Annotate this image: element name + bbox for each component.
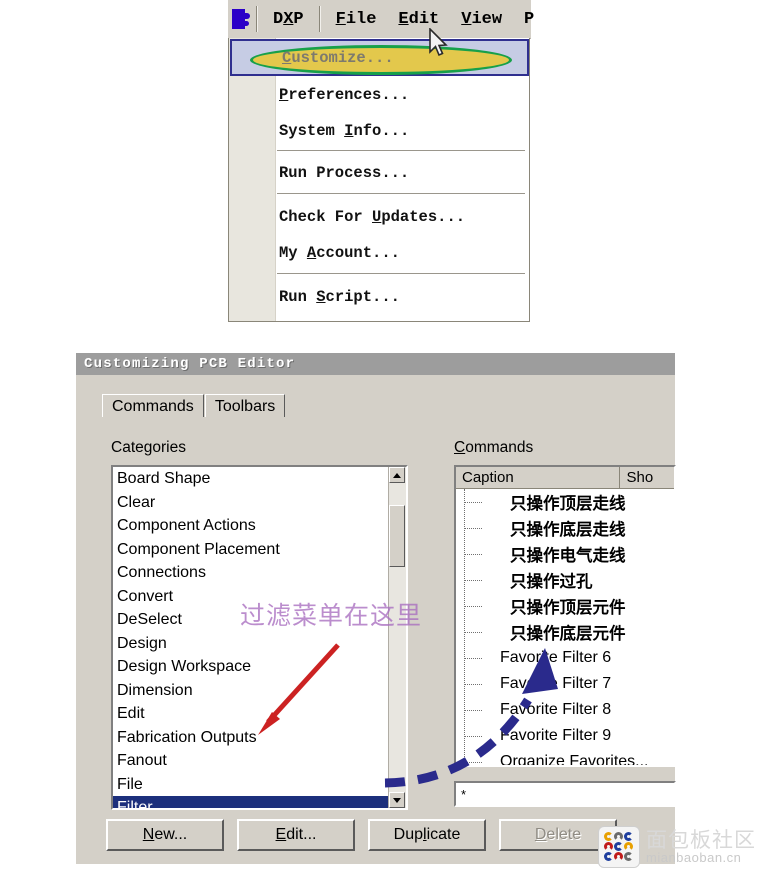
- command-caption: 只操作顶层元件: [510, 598, 626, 617]
- command-caption: 只操作电气走线: [510, 546, 626, 565]
- category-item[interactable]: Component Actions: [113, 514, 389, 538]
- menu-separator: [256, 6, 258, 32]
- tree-connector-icon: [464, 710, 482, 711]
- commands-header: Caption Sho: [456, 467, 674, 489]
- category-item[interactable]: Dimension: [113, 679, 389, 703]
- category-item[interactable]: Component Placement: [113, 538, 389, 562]
- annotation-note-text: 过滤菜单在这里: [240, 601, 423, 630]
- tree-connector-icon: [464, 632, 482, 633]
- command-caption: 只操作底层元件: [510, 624, 626, 643]
- tree-connector-icon: [464, 762, 482, 763]
- scroll-down-icon[interactable]: [389, 792, 405, 808]
- menu-item-run-process[interactable]: Run Process...: [279, 160, 409, 186]
- tab-toolbars[interactable]: Toolbars: [204, 394, 286, 417]
- menu-item-project-partial[interactable]: P: [513, 8, 545, 31]
- mouse-cursor-icon: [429, 28, 448, 57]
- duplicate-button[interactable]: Duplicate: [368, 819, 486, 851]
- tab-commands[interactable]: Commands: [102, 394, 204, 417]
- scrollbar-thumb[interactable]: [389, 505, 405, 567]
- command-row[interactable]: Organize Favorites...: [456, 749, 674, 765]
- menu-divider-2: [277, 193, 525, 195]
- column-header-shortcut[interactable]: Sho: [620, 467, 674, 488]
- category-item[interactable]: Design Workspace: [113, 655, 389, 679]
- menu-item-my-account[interactable]: My Account...: [279, 240, 400, 266]
- dxp-logo-icon: [230, 7, 252, 31]
- edit-button[interactable]: Edit...: [237, 819, 355, 851]
- site-watermark: 面包板社区 mianbaoban.cn: [598, 824, 770, 870]
- scroll-up-icon[interactable]: [389, 467, 405, 483]
- categories-items: Board Shape Clear Component Actions Compone…: [113, 467, 389, 808]
- command-row[interactable]: 只操作顶层走线: [456, 489, 674, 515]
- command-caption: Favorite Filter 6: [500, 649, 612, 666]
- commands-listview[interactable]: Caption Sho 只操作顶层走线 只操作底层走线 只操作电气走线 只操作过孔 只操…: [454, 465, 676, 767]
- command-row[interactable]: 只操作电气走线: [456, 541, 674, 567]
- dxp-dropdown-menu: Customize... Preferences... System Info.…: [228, 38, 530, 322]
- categories-scrollbar[interactable]: [388, 467, 406, 808]
- tree-connector-icon: [464, 736, 482, 737]
- command-filter-input[interactable]: *: [454, 781, 676, 807]
- menu-item-customize[interactable]: Customize...: [230, 39, 529, 76]
- menu-item-dxp[interactable]: DXP: [262, 8, 315, 31]
- command-caption: 只操作过孔: [510, 572, 593, 591]
- watermark-text: 面包板社区 mianbaoban.cn: [646, 829, 756, 865]
- category-item[interactable]: Connections: [113, 561, 389, 585]
- tree-connector-icon: [464, 528, 482, 529]
- menu-item-run-script[interactable]: Run Script...: [279, 284, 400, 310]
- command-row[interactable]: Favorite Filter 7: [456, 671, 674, 697]
- tree-connector-icon: [464, 606, 482, 607]
- menu-divider-3: [277, 273, 525, 275]
- menu-item-customize-label: Customize...: [282, 49, 394, 67]
- commands-rows: 只操作顶层走线 只操作底层走线 只操作电气走线 只操作过孔只操作顶层元件 只操作底层元件…: [456, 489, 674, 765]
- command-row[interactable]: Favorite Filter 9: [456, 723, 674, 749]
- tree-connector-icon: [464, 658, 482, 659]
- command-caption: 只操作底层走线: [510, 520, 626, 539]
- dialog-titlebar[interactable]: Customizing PCB Editor: [76, 353, 675, 375]
- watermark-cn: 面包板社区: [646, 828, 756, 852]
- category-item[interactable]: Edit: [113, 702, 389, 726]
- menu-item-system-info[interactable]: System Info...: [279, 118, 409, 144]
- command-caption: 只操作顶层走线: [510, 494, 626, 513]
- command-row[interactable]: 只操作底层走线: [456, 515, 674, 541]
- menu-item-preferences[interactable]: Preferences...: [279, 82, 409, 108]
- menu-item-view[interactable]: View: [450, 8, 513, 31]
- category-item[interactable]: Filter: [113, 796, 389, 808]
- tree-connector-icon: [464, 580, 482, 581]
- application-menu-screenshot: DXP File Edit View P Customize... Prefer…: [228, 0, 534, 322]
- command-caption: Organize Favorites...: [500, 753, 649, 765]
- command-row[interactable]: 只操作顶层元件: [456, 593, 674, 619]
- command-row[interactable]: Favorite Filter 6: [456, 645, 674, 671]
- tree-connector-icon: [464, 502, 482, 503]
- column-header-caption[interactable]: Caption: [456, 467, 621, 488]
- command-caption: Favorite Filter 9: [500, 727, 612, 744]
- command-row[interactable]: 只操作过孔: [456, 567, 674, 593]
- category-item[interactable]: File: [113, 773, 389, 797]
- menu-separator-2: [318, 6, 321, 32]
- tree-connector-icon: [464, 554, 482, 555]
- watermark-logo-icon: [598, 826, 640, 868]
- command-caption: Favorite Filter 7: [500, 675, 612, 692]
- new-button[interactable]: New...: [106, 819, 224, 851]
- category-item[interactable]: Clear: [113, 491, 389, 515]
- command-caption: Favorite Filter 8: [500, 701, 612, 718]
- category-item[interactable]: Fanout: [113, 749, 389, 773]
- categories-label: Categories: [111, 439, 186, 456]
- dialog-tabstrip: Commands Toolbars: [102, 393, 286, 417]
- command-row[interactable]: Favorite Filter 8: [456, 697, 674, 723]
- category-item[interactable]: Design: [113, 632, 389, 656]
- menu-gutter: [229, 38, 276, 321]
- command-row[interactable]: 只操作底层元件: [456, 619, 674, 645]
- tree-connector-icon: [464, 684, 482, 685]
- dialog-title: Customizing PCB Editor: [84, 356, 296, 372]
- category-item[interactable]: Fabrication Outputs: [113, 726, 389, 750]
- menu-divider-1: [277, 150, 525, 152]
- menu-bar: DXP File Edit View P: [228, 0, 534, 39]
- categories-listbox[interactable]: Board Shape Clear Component Actions Compone…: [111, 465, 408, 810]
- menu-item-check-updates[interactable]: Check For Updates...: [279, 204, 465, 230]
- watermark-en: mianbaoban.cn: [646, 850, 742, 865]
- commands-label: Commands: [454, 439, 534, 456]
- category-item[interactable]: Board Shape: [113, 467, 389, 491]
- menu-item-file[interactable]: File: [325, 8, 388, 31]
